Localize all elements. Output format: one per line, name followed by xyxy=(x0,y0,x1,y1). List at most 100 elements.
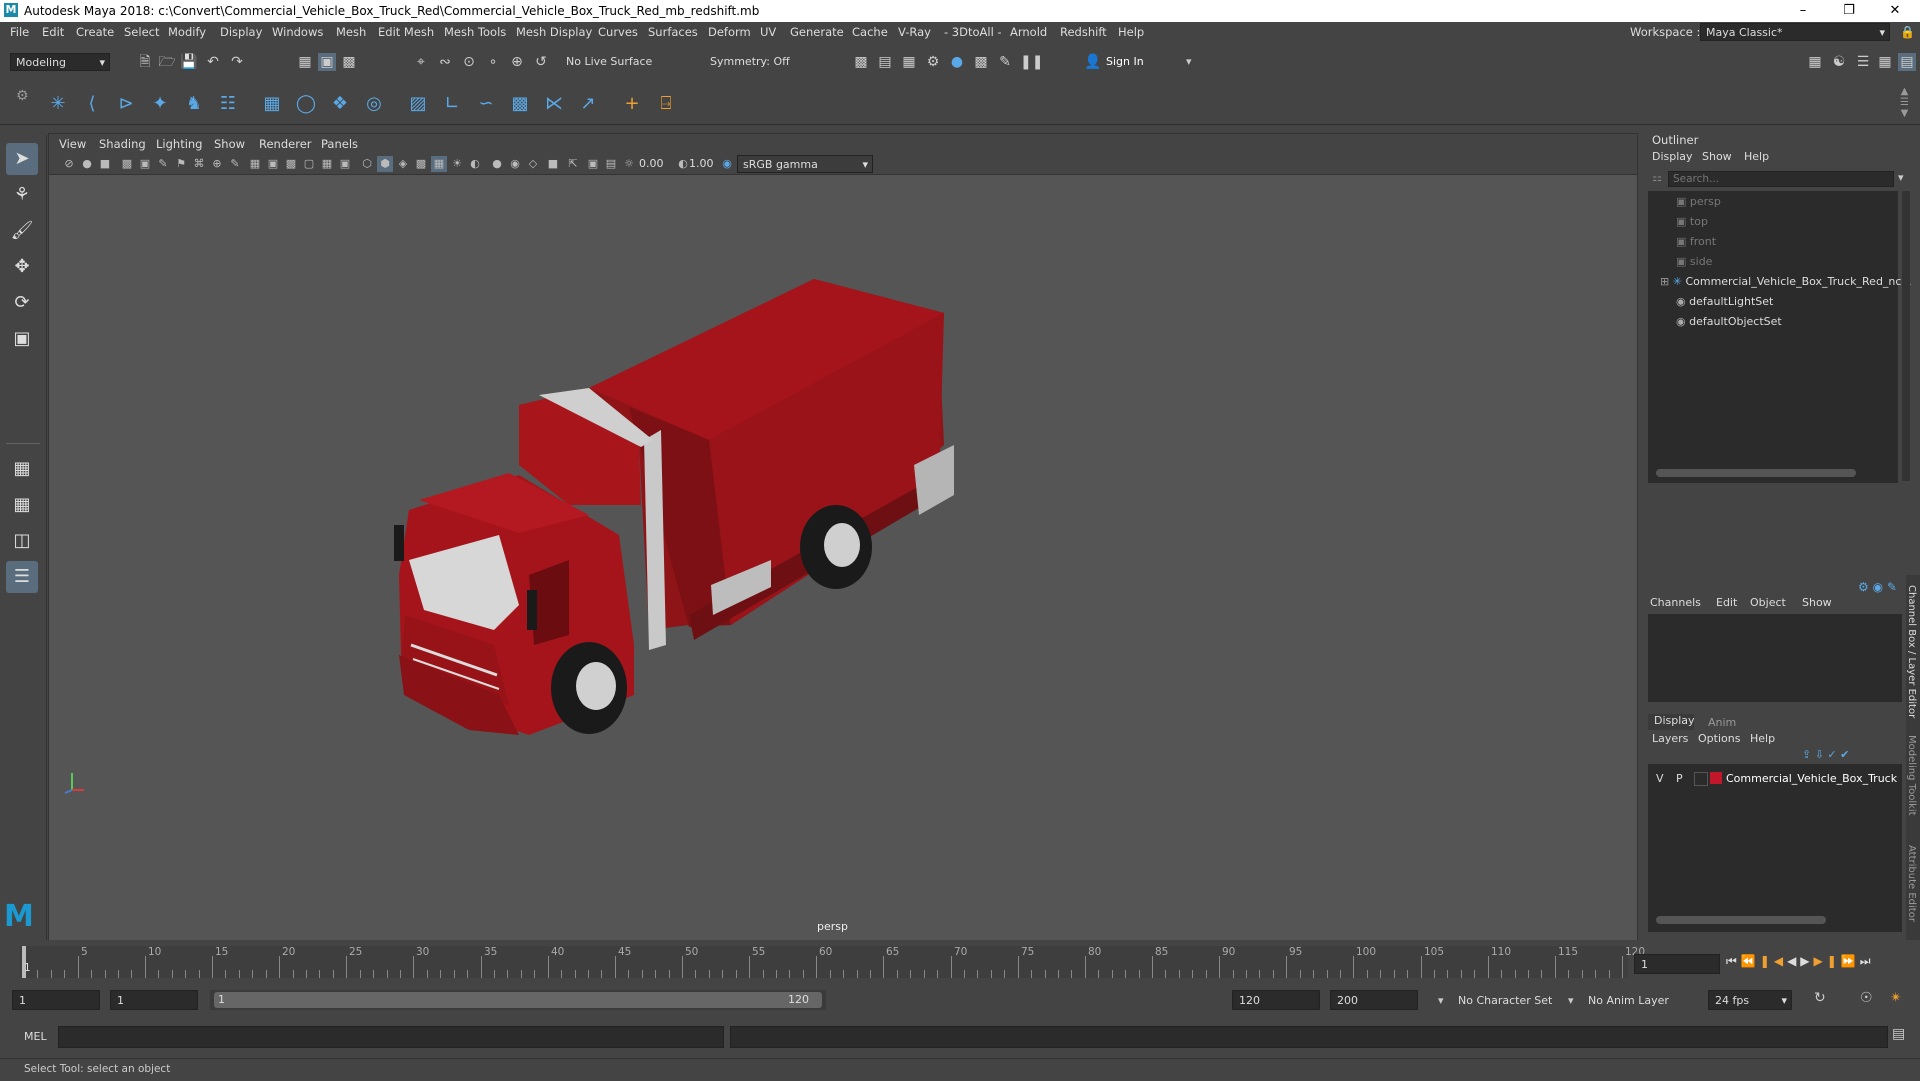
render-setup-icon[interactable]: ✎ xyxy=(996,53,1014,71)
shelf-options-icon[interactable]: ⚙ xyxy=(16,88,29,104)
layer-visibility-toggle[interactable]: V xyxy=(1656,772,1664,785)
redo-icon[interactable]: ↷ xyxy=(228,53,246,71)
select-object-icon[interactable]: ▣ xyxy=(318,53,336,71)
channel-box-tools-icon[interactable]: ⚙ ◉ ✎ xyxy=(1858,580,1897,594)
channel-show-menu[interactable]: Show xyxy=(1802,596,1832,609)
step-forward-icon[interactable]: ▶❚ xyxy=(1814,954,1841,968)
human-ik-icon[interactable]: ☷ xyxy=(216,92,240,116)
vp-menu-renderer[interactable]: Renderer xyxy=(259,137,312,151)
layers-help-menu[interactable]: Help xyxy=(1750,732,1775,745)
time-slider-track[interactable]: 5 10 15 20 25 30 35 40 45 50 55 60 65 70 75 80 85 90 95 100… xyxy=(20,946,1645,978)
tab-channel-box-layer-editor[interactable]: Channel Box / Layer Editor xyxy=(1906,585,1917,718)
quick-rig-icon[interactable]: ♞ xyxy=(182,92,206,116)
constraint-aim-icon[interactable]: ↗ xyxy=(576,92,600,116)
soft-mod-icon[interactable]: ◎ xyxy=(362,92,386,116)
modeling-toolkit-icon[interactable]: ▦ xyxy=(1806,53,1824,71)
close-button[interactable]: ✕ xyxy=(1872,0,1918,22)
step-back-icon[interactable]: ❚◀ xyxy=(1760,954,1787,968)
snap-curve-icon[interactable]: ∾ xyxy=(436,53,454,71)
outliner-menu-help[interactable]: Help xyxy=(1744,150,1769,163)
wireframe-icon[interactable]: ⬡ xyxy=(359,156,375,172)
frame-all-icon[interactable]: ✎ xyxy=(227,156,243,172)
tab-modeling-toolkit[interactable]: Modeling Toolkit xyxy=(1906,735,1917,816)
open-scene-icon[interactable]: 🗁 xyxy=(158,53,176,71)
outliner-search-input[interactable] xyxy=(1668,171,1894,187)
grid-icon[interactable]: ▦ xyxy=(247,156,263,172)
live-surface-field[interactable]: No Live Surface xyxy=(566,55,652,68)
multisample-aa-icon[interactable]: ◉ xyxy=(507,156,523,172)
range-slider-bar[interactable]: 1 120 xyxy=(210,990,826,1010)
tool-settings-icon[interactable]: ▦ xyxy=(1876,53,1894,71)
snap-view-icon[interactable]: ∘ xyxy=(484,53,502,71)
outliner-item-persp[interactable]: ▣ persp xyxy=(1676,195,1721,208)
go-to-start-icon[interactable]: ⏮ xyxy=(1726,954,1741,968)
cluster-icon[interactable]: ◯ xyxy=(294,92,318,116)
outliner-menu-display[interactable]: Display xyxy=(1652,150,1693,163)
layer-color-swatch[interactable] xyxy=(1710,772,1722,784)
snap-point-icon[interactable]: ⊙ xyxy=(460,53,478,71)
command-input[interactable] xyxy=(58,1026,724,1048)
outliner-item-front[interactable]: ▣ front xyxy=(1676,235,1716,248)
pause-icon[interactable]: ❚❚ xyxy=(1020,53,1043,71)
snap-surface-icon[interactable]: ⊕ xyxy=(508,53,526,71)
render-view-icon[interactable]: ▩ xyxy=(972,53,990,71)
bookmark-flag-icon[interactable]: ⚑ xyxy=(173,156,189,172)
vp-menu-shading[interactable]: Shading xyxy=(99,137,146,151)
lock-icon[interactable]: 🔒 xyxy=(1900,25,1915,39)
select-hierarchy-icon[interactable]: ▦ xyxy=(296,53,314,71)
wire-icon[interactable]: ∽ xyxy=(474,92,498,116)
bend-icon[interactable]: ∟ xyxy=(440,92,464,116)
rotate-tool-icon[interactable]: ⟳ xyxy=(6,287,38,319)
outliner-vscrollbar[interactable] xyxy=(1902,191,1910,481)
step-back-key-icon[interactable]: ⏪ xyxy=(1741,954,1760,968)
viewport-canvas[interactable]: persp xyxy=(49,175,1637,940)
render-sequence-icon[interactable]: ▤ xyxy=(876,53,894,71)
new-scene-icon[interactable]: 🗎 xyxy=(136,53,154,71)
render-settings-icon[interactable]: ⚙ xyxy=(924,53,942,71)
hypershade-icon[interactable]: ● xyxy=(948,53,966,71)
maximize-button[interactable]: ❐ xyxy=(1826,0,1872,22)
menu-deform[interactable]: Deform xyxy=(708,25,751,39)
chevron-down-icon[interactable]: ▾ xyxy=(1438,994,1444,1007)
outliner-hscrollbar[interactable] xyxy=(1656,469,1856,477)
field-chart-icon[interactable]: ▦ xyxy=(319,156,335,172)
bind-skin-icon[interactable]: ✦ xyxy=(148,92,172,116)
xray-icon[interactable]: ⌘ xyxy=(191,156,207,172)
lattice-icon[interactable]: ▦ xyxy=(260,92,284,116)
vp-menu-lighting[interactable]: Lighting xyxy=(156,137,202,151)
play-forward-icon[interactable]: ▶ xyxy=(1800,954,1813,968)
xray-active-icon[interactable]: ▣ xyxy=(585,156,601,172)
constraint-point-icon[interactable]: ⋉ xyxy=(542,92,566,116)
menu-cache[interactable]: Cache xyxy=(852,25,888,39)
select-tool-icon[interactable]: ➤ xyxy=(6,143,38,175)
joint-tool-icon[interactable]: ✳ xyxy=(46,92,70,116)
wireframe-on-shaded-icon[interactable]: ◈ xyxy=(395,156,411,172)
snap-live-icon[interactable]: ↺ xyxy=(532,53,550,71)
chevron-down-icon[interactable]: ▾ xyxy=(1568,994,1574,1007)
gamma-value[interactable]: 1.00 xyxy=(689,157,714,170)
shadows-icon[interactable]: ☀ xyxy=(449,156,465,172)
wrap-icon[interactable]: ❖ xyxy=(328,92,352,116)
save-scene-icon[interactable]: 💾 xyxy=(180,53,198,71)
menu-create[interactable]: Create xyxy=(76,25,114,39)
layer-row[interactable]: V P Commercial_Vehicle_Box_Truck xyxy=(1648,770,1902,788)
current-frame-field[interactable]: 1 xyxy=(1634,954,1720,974)
layer-playback-toggle[interactable]: P xyxy=(1676,772,1683,785)
isolate-icon[interactable]: ⊕ xyxy=(209,156,225,172)
vp-menu-show[interactable]: Show xyxy=(214,137,245,151)
step-forward-key-icon[interactable]: ⏩ xyxy=(1841,954,1860,968)
layer-type-toggle[interactable] xyxy=(1694,772,1708,786)
filter-icon[interactable]: ⚏ xyxy=(1648,171,1666,187)
menu-modify[interactable]: Modify xyxy=(168,25,206,39)
tab-attribute-editor[interactable]: Attribute Editor xyxy=(1906,845,1917,922)
playback-end-field[interactable]: 120 xyxy=(1232,990,1320,1010)
chevron-down-icon[interactable]: ▾ xyxy=(1898,171,1904,184)
menu-help[interactable]: Help xyxy=(1118,25,1144,39)
motion-blur-icon[interactable]: ● xyxy=(489,156,505,172)
image-plane-icon[interactable]: ▩ xyxy=(119,156,135,172)
scale-tool-icon[interactable]: ▣ xyxy=(6,323,38,355)
gate-mask-icon[interactable]: ▢ xyxy=(301,156,317,172)
textured-icon[interactable]: ▩ xyxy=(413,156,429,172)
undo-icon[interactable]: ↶ xyxy=(204,53,222,71)
chevron-down-icon[interactable]: ▾ xyxy=(1186,55,1192,68)
